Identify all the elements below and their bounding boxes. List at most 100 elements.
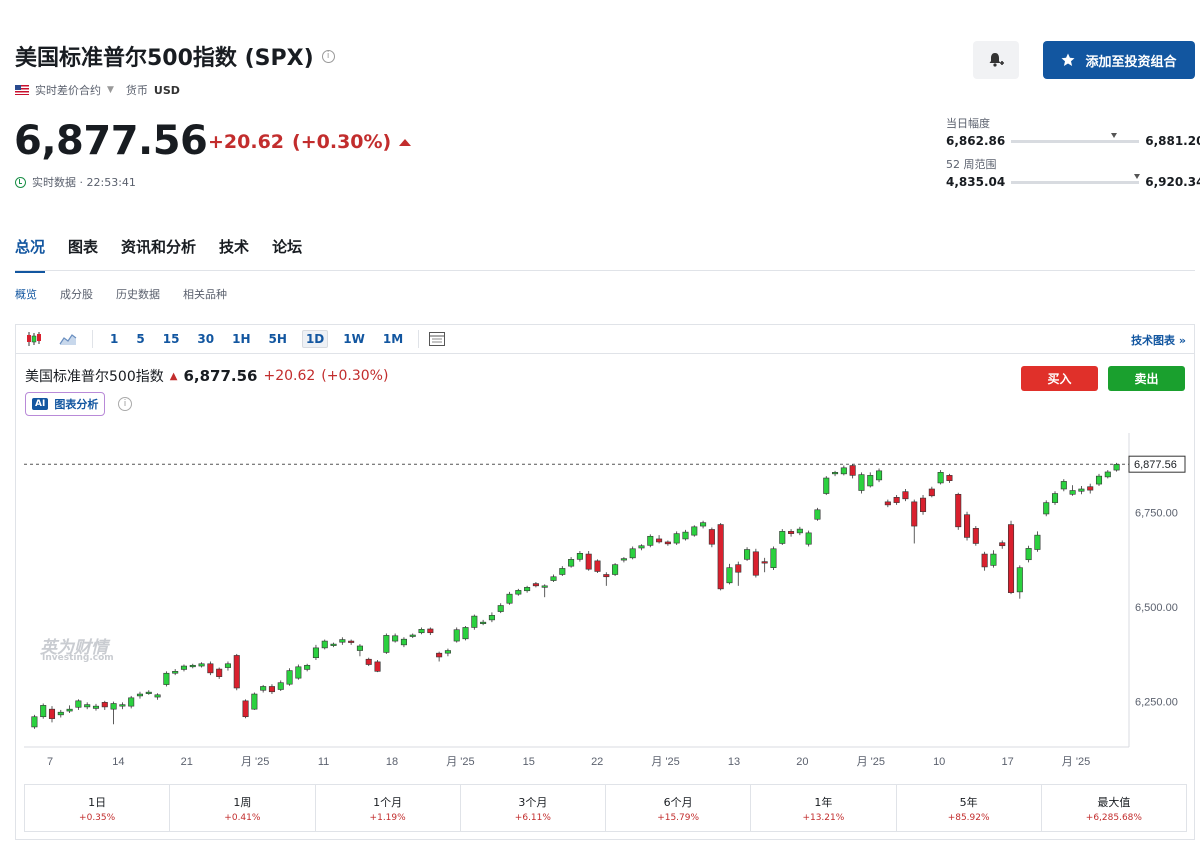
x-tick-label: 22	[591, 756, 603, 768]
x-tick-label: 7	[47, 756, 53, 768]
candle-body	[559, 568, 566, 575]
candle-body	[374, 661, 381, 672]
candle-body	[629, 548, 636, 559]
candle-body	[788, 531, 795, 534]
legend-price: 6,877.56	[183, 367, 258, 385]
sell-button[interactable]: 卖出	[1108, 366, 1185, 391]
week52-high: 6,920.34	[1145, 175, 1200, 189]
day-range-marker	[1110, 132, 1117, 138]
perf-label: 1周	[233, 795, 252, 809]
candlestick-chart[interactable]: 6,250.00 6,500.00 6,750.00 6,877.56 7 14 21 月 '…	[16, 421, 1194, 781]
bell-plus-icon	[989, 53, 1004, 67]
create-alert-button[interactable]	[973, 41, 1019, 79]
x-tick-label: 月 '25	[651, 756, 679, 768]
timeframe-1min[interactable]: 1	[107, 331, 121, 347]
candle-body	[480, 621, 487, 624]
day-range-bar	[1011, 132, 1140, 143]
candle-body	[744, 549, 751, 560]
x-tick-label: 月 '25	[857, 756, 885, 768]
candle-body	[356, 645, 363, 651]
week52-range-label: 52 周范围	[946, 158, 997, 171]
perf-value: +1.19%	[369, 812, 406, 823]
candle-body	[418, 629, 425, 634]
timeframe-5min[interactable]: 5	[133, 331, 147, 347]
candle-body	[999, 542, 1006, 547]
buy-button[interactable]: 买入	[1021, 366, 1098, 391]
info-icon[interactable]: i	[118, 397, 132, 411]
tab-technical[interactable]: 技术	[219, 236, 249, 273]
instrument-title: 美国标准普尔500指数 (SPX)	[15, 46, 314, 71]
candle-body	[233, 655, 240, 689]
perf-cell[interactable]: 1日 +0.35%	[25, 785, 171, 831]
candle-body	[603, 574, 610, 578]
timeframe-5h[interactable]: 5H	[266, 331, 290, 347]
candle-body	[761, 561, 768, 564]
perf-cell[interactable]: 1年 +13.21%	[751, 785, 897, 831]
candle-body	[964, 514, 971, 538]
area-chart-icon[interactable]	[58, 330, 78, 348]
tab-forum[interactable]: 论坛	[272, 236, 302, 273]
candle-body	[779, 531, 786, 544]
candle-body	[330, 643, 337, 646]
timeframe-1h[interactable]: 1H	[229, 331, 253, 347]
candle-body	[691, 526, 698, 536]
candlestick-chart-icon[interactable]	[24, 330, 44, 348]
table-view-icon[interactable]	[427, 330, 447, 348]
main-tabs: 总况 图表 资讯和分析 技术 论坛	[15, 236, 325, 273]
subtab-historical-data[interactable]: 历史数据	[116, 286, 160, 302]
candle-body	[119, 704, 126, 707]
perf-label: 5年	[959, 795, 978, 809]
chevron-down-icon[interactable]: ▼	[107, 85, 114, 95]
perf-cell[interactable]: 5年 +85.92%	[897, 785, 1042, 831]
candle-body	[814, 509, 821, 520]
perf-cell[interactable]: 最大值 +6,285.68%	[1042, 785, 1186, 831]
timeframe-30min[interactable]: 30	[194, 331, 217, 347]
technical-chart-link[interactable]: 技术图表 »	[1131, 332, 1186, 348]
subtab-summary[interactable]: 概览	[15, 286, 37, 302]
candle-body	[1007, 524, 1015, 593]
candle-body	[1087, 486, 1094, 491]
tab-overview[interactable]: 总况	[15, 236, 46, 273]
perf-label: 1个月	[373, 795, 403, 809]
perf-cell[interactable]: 1周 +0.41%	[170, 785, 316, 831]
subtab-components[interactable]: 成分股	[60, 286, 93, 302]
candle-body	[172, 671, 179, 674]
perf-cell[interactable]: 1个月 +1.19%	[316, 785, 461, 831]
candle-body	[708, 529, 715, 545]
candle-body	[955, 493, 962, 528]
timeframe-1w[interactable]: 1W	[340, 331, 368, 347]
candle-body	[260, 686, 267, 691]
add-to-portfolio-button[interactable]: 添加至投资组合	[1043, 41, 1195, 79]
candle-body	[620, 558, 627, 561]
perf-value: +13.21%	[802, 812, 845, 823]
candle-body	[893, 497, 900, 503]
timeframe-15min[interactable]: 15	[160, 331, 183, 347]
candle-body	[488, 615, 495, 621]
candle-body	[207, 663, 214, 674]
tab-news-analysis[interactable]: 资讯和分析	[121, 236, 196, 273]
perf-cell[interactable]: 3个月 +6.11%	[461, 785, 606, 831]
x-tick-label: 月 '25	[241, 756, 269, 768]
candle-body	[902, 491, 909, 500]
candle-body	[541, 585, 548, 588]
us-flag-icon	[15, 85, 29, 95]
contract-type-dropdown[interactable]: 实时差价合约	[35, 82, 101, 98]
info-icon[interactable]: i	[321, 49, 335, 63]
ai-chart-analysis-button[interactable]: AI 图表分析	[25, 392, 106, 416]
instrument-meta: 实时差价合约 ▼ 货币 USD	[15, 82, 180, 98]
tab-chart[interactable]: 图表	[68, 236, 98, 273]
candle-body	[436, 652, 443, 658]
timeframe-1d[interactable]: 1D	[301, 330, 329, 348]
candle-body	[1104, 471, 1111, 478]
ai-chart-analysis-label: 图表分析	[54, 398, 99, 411]
y-tick-label: 6,750.00	[1135, 507, 1178, 519]
subtab-related-instruments[interactable]: 相关品种	[183, 286, 227, 302]
perf-cell[interactable]: 6个月 +15.79%	[606, 785, 752, 831]
week52-range: 52 周范围 4,835.04 6,920.34	[946, 156, 1200, 189]
candle-body	[664, 541, 671, 545]
x-tick-label: 10	[933, 756, 945, 768]
current-price-label: 6,877.56	[1134, 459, 1177, 471]
candle-body	[928, 488, 935, 497]
candle-body	[700, 522, 707, 527]
timeframe-1m[interactable]: 1M	[380, 331, 406, 347]
